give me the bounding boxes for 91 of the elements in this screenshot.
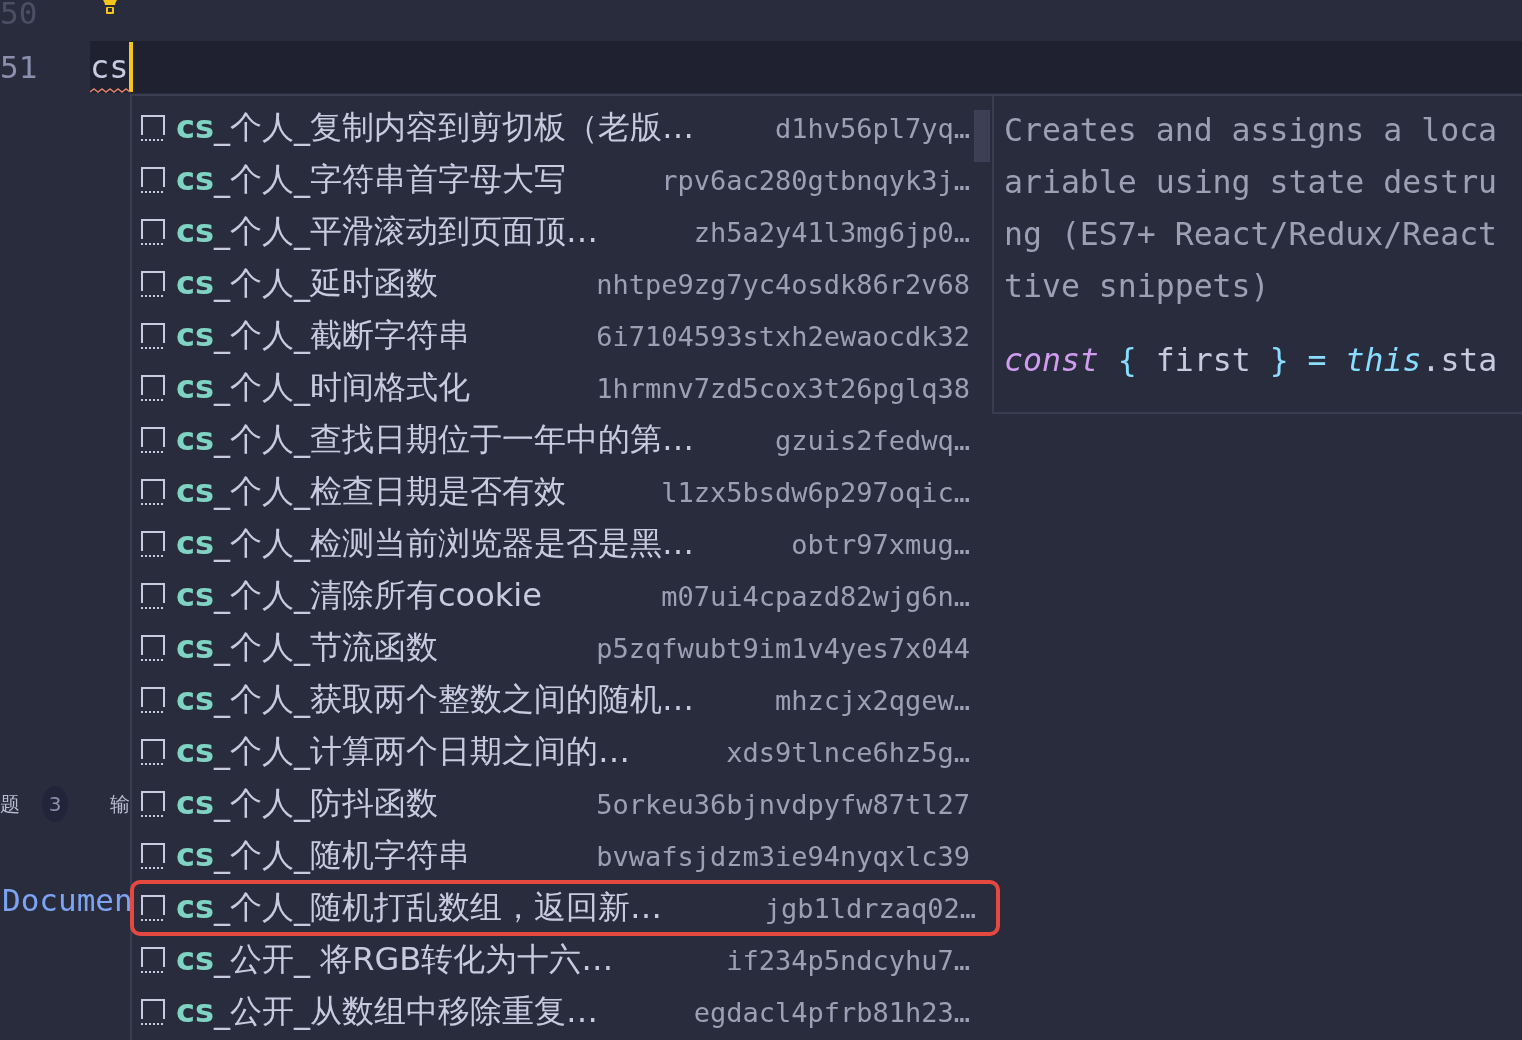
suggestion-detail: p5zqfwubt9im1v4yes7x044 — [595, 632, 970, 664]
code-token: .sta — [1421, 342, 1498, 378]
suggestion-item[interactable]: cs_个人_节流函数 p5zqfwubt9im1v4yes7x044 — [132, 622, 992, 674]
panel-tab[interactable]: 题 — [0, 790, 20, 818]
suggestion-item[interactable]: cs_个人_随机打乱数组，返回新… jgb1ldrzaq02… — [132, 882, 998, 934]
suggestion-item[interactable]: cs_个人_获取两个整数之间的随机… mhzcjx2qgew… — [132, 674, 992, 726]
snippet-icon — [140, 581, 166, 611]
suggestion-detail: egdacl4pfrb81h23… — [692, 996, 970, 1028]
suggestion-detail: 6i7104593stxh2ewaocdk32 — [595, 320, 970, 352]
code-token: this — [1345, 342, 1422, 378]
snippet-icon — [140, 269, 166, 299]
suggestion-detail: gzuis2fedwq… — [773, 424, 970, 456]
code-token: = — [1307, 342, 1327, 378]
suggestion-label: cs_个人_随机字符串 — [176, 835, 470, 876]
snippet-icon — [140, 425, 166, 455]
suggestion-label: cs_个人_检测当前浏览器是否是黑… — [176, 523, 694, 564]
snippet-icon — [140, 737, 166, 767]
description-text: ng (ES7+ React/Redux/React — [1004, 215, 1499, 254]
suggestion-item[interactable]: cs_公开_从数组中移除重复… egdacl4pfrb81h23… — [132, 986, 992, 1038]
suggestion-detail: m07ui4cpazd82wjg6n… — [660, 580, 970, 612]
description-text: Creates and assigns a loca — [1004, 111, 1499, 150]
suggestion-item[interactable]: cs_个人_时间格式化 1hrmnv7zd5cox3t26pglq38 — [132, 362, 992, 414]
code-token: first — [1155, 342, 1251, 378]
suggestion-item[interactable]: cs_个人_延时函数 nhtpe9zg7yc4osdk86r2v68 — [132, 258, 992, 310]
description-text: ariable using state destru — [1004, 163, 1499, 202]
suggestion-detail: zh5a2y41l3mg6jp0… — [692, 216, 970, 248]
suggestion-item[interactable]: cs_个人_平滑滚动到页面顶… zh5a2y41l3mg6jp0… — [132, 206, 992, 258]
snippet-icon — [140, 893, 166, 923]
description-text: tive snippets) — [1004, 267, 1271, 306]
suggestion-detail: if234p5ndcyhu7… — [725, 944, 970, 976]
snippet-icon — [140, 373, 166, 403]
snippet-icon — [140, 217, 166, 247]
snippet-icon — [140, 633, 166, 663]
line-number: 51 — [0, 49, 39, 85]
suggestion-detail: nhtpe9zg7yc4osdk86r2v68 — [595, 268, 970, 300]
snippet-icon — [140, 997, 166, 1027]
snippet-icon — [140, 789, 166, 819]
suggestion-label: cs_个人_清除所有cookie — [176, 575, 542, 616]
snippet-icon — [140, 165, 166, 195]
snippet-icon — [140, 113, 166, 143]
snippet-icon — [140, 321, 166, 351]
suggestion-item[interactable]: cs_个人_查找日期位于一年中的第… gzuis2fedwq… — [132, 414, 992, 466]
suggestion-item[interactable]: cs_个人_截断字符串 6i7104593stxh2ewaocdk32 — [132, 310, 992, 362]
suggestion-label: cs_个人_节流函数 — [176, 627, 438, 668]
panel-tab[interactable]: 输 — [110, 790, 130, 818]
code-text: cs — [90, 48, 129, 86]
suggestion-item[interactable]: cs_个人_检查日期是否有效 l1zx5bsdw6p297oqic… — [132, 466, 992, 518]
snippet-icon — [140, 685, 166, 715]
suggestion-label: cs_个人_平滑滚动到页面顶… — [176, 211, 598, 252]
suggestion-label: cs_公开_ 将RGB转化为十六… — [176, 939, 614, 980]
suggestion-label: cs_个人_字符串首字母大写 — [176, 159, 566, 200]
suggestion-detail: 5orkeu36bjnvdpyfw87tl27 — [595, 788, 970, 820]
snippet-icon — [140, 477, 166, 507]
text-cursor — [128, 42, 133, 92]
suggestion-label: cs_个人_检查日期是否有效 — [176, 471, 566, 512]
suggestion-item[interactable]: cs_公开_ 将RGB转化为十六… if234p5ndcyhu7… — [132, 934, 992, 986]
suggestion-label: cs_公开_从数组中移除重复… — [176, 991, 598, 1032]
outline-item[interactable]: Documen — [0, 882, 133, 918]
suggestion-item[interactable]: cs_个人_复制内容到剪切板（老版… d1hv56pl7yq… — [132, 102, 992, 154]
suggestion-detail: rpv6ac280gtbnqyk3j… — [660, 164, 970, 196]
suggestion-detail: obtr97xmug… — [790, 528, 970, 560]
suggestion-item[interactable]: cs_个人_防抖函数 5orkeu36bjnvdpyfw87tl27 — [132, 778, 992, 830]
suggestion-item[interactable]: cs_个人_随机字符串 bvwafsjdzm3ie94nyqxlc39 — [132, 830, 992, 882]
suggestion-detail: mhzcjx2qgew… — [773, 684, 970, 716]
snippet-icon — [140, 945, 166, 975]
suggestion-label: cs_个人_计算两个日期之间的… — [176, 731, 630, 772]
suggestion-item[interactable]: cs_个人_计算两个日期之间的… xds9tlnce6hz5g… — [132, 726, 992, 778]
suggestion-detail: d1hv56pl7yq… — [773, 112, 970, 144]
code-token: { — [1117, 342, 1137, 378]
suggestion-detail: l1zx5bsdw6p297oqic… — [660, 476, 970, 508]
suggestion-detail: xds9tlnce6hz5g… — [725, 736, 970, 768]
suggestion-item[interactable]: cs_个人_检测当前浏览器是否是黑… obtr97xmug… — [132, 518, 992, 570]
suggestion-item[interactable]: cs_个人_清除所有cookie m07ui4cpazd82wjg6n… — [132, 570, 992, 622]
scrollbar-thumb[interactable] — [974, 110, 990, 162]
suggestion-label: cs_个人_获取两个整数之间的随机… — [176, 679, 694, 720]
snippet-icon — [140, 529, 166, 559]
suggestion-label: cs_个人_查找日期位于一年中的第… — [176, 419, 694, 460]
suggestion-label: cs_个人_随机打乱数组，返回新… — [176, 887, 662, 928]
suggestion-label: cs_个人_时间格式化 — [176, 367, 470, 408]
snippet-icon — [140, 841, 166, 871]
suggestion-label: cs_个人_防抖函数 — [176, 783, 438, 824]
suggestion-detail: 1hrmnv7zd5cox3t26pglq38 — [595, 372, 970, 404]
suggestion-label: cs_个人_复制内容到剪切板（老版… — [176, 107, 694, 148]
suggestion-detail: jgb1ldrzaq02… — [763, 892, 976, 924]
suggestion-label: cs_个人_截断字符串 — [176, 315, 470, 356]
suggestion-detail: bvwafsjdzm3ie94nyqxlc39 — [595, 840, 970, 872]
suggestion-label: cs_个人_延时函数 — [176, 263, 438, 304]
code-token: } — [1269, 342, 1289, 378]
count-badge: 3 — [42, 786, 68, 822]
suggestion-item[interactable]: cs_个人_字符串首字母大写 rpv6ac280gtbnqyk3j… — [132, 154, 992, 206]
code-token: const — [1004, 342, 1099, 378]
